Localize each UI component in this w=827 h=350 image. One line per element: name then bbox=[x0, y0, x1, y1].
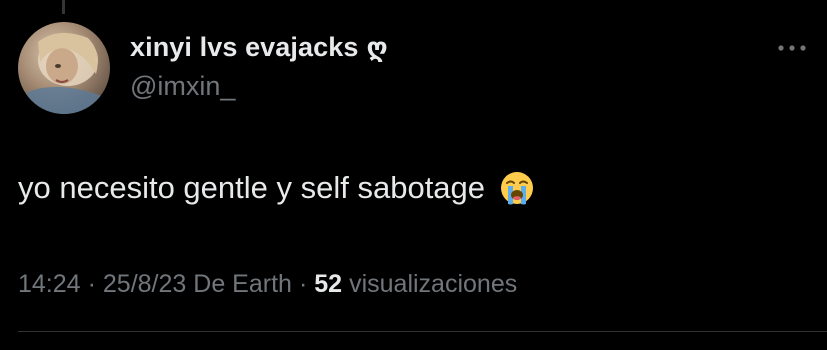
more-options-icon bbox=[778, 45, 806, 51]
loudly-crying-face-icon bbox=[501, 172, 534, 205]
profile-photo-icon bbox=[18, 32, 110, 114]
tweet-source: De Earth bbox=[193, 270, 292, 298]
author-name-row[interactable]: xinyi lvs evajacks ღ bbox=[130, 31, 388, 63]
tweet-time[interactable]: 14:24 bbox=[18, 270, 81, 299]
tweet-body: yo necesito gentle y self sabotage bbox=[18, 170, 535, 206]
avatar[interactable] bbox=[18, 22, 110, 114]
author-name-glyph: ღ bbox=[366, 31, 388, 62]
tweet-date[interactable]: 25/8/23 bbox=[103, 270, 186, 299]
divider bbox=[18, 331, 827, 332]
meta-separator: · bbox=[298, 270, 308, 298]
more-options-button[interactable] bbox=[774, 36, 810, 60]
meta-separator: · bbox=[87, 270, 96, 298]
views-label[interactable]: visualizaciones bbox=[349, 270, 517, 299]
tweet-meta: 14:24 · 25/8/23 De Earth · 52 visualizac… bbox=[18, 270, 517, 299]
views-count[interactable]: 52 bbox=[314, 270, 342, 299]
tweet-text: yo necesito gentle y self sabotage bbox=[18, 170, 486, 205]
author-handle[interactable]: @imxin_ bbox=[130, 71, 235, 102]
thread-connector-line bbox=[62, 0, 65, 14]
author-display-name[interactable]: xinyi lvs evajacks bbox=[130, 32, 358, 63]
